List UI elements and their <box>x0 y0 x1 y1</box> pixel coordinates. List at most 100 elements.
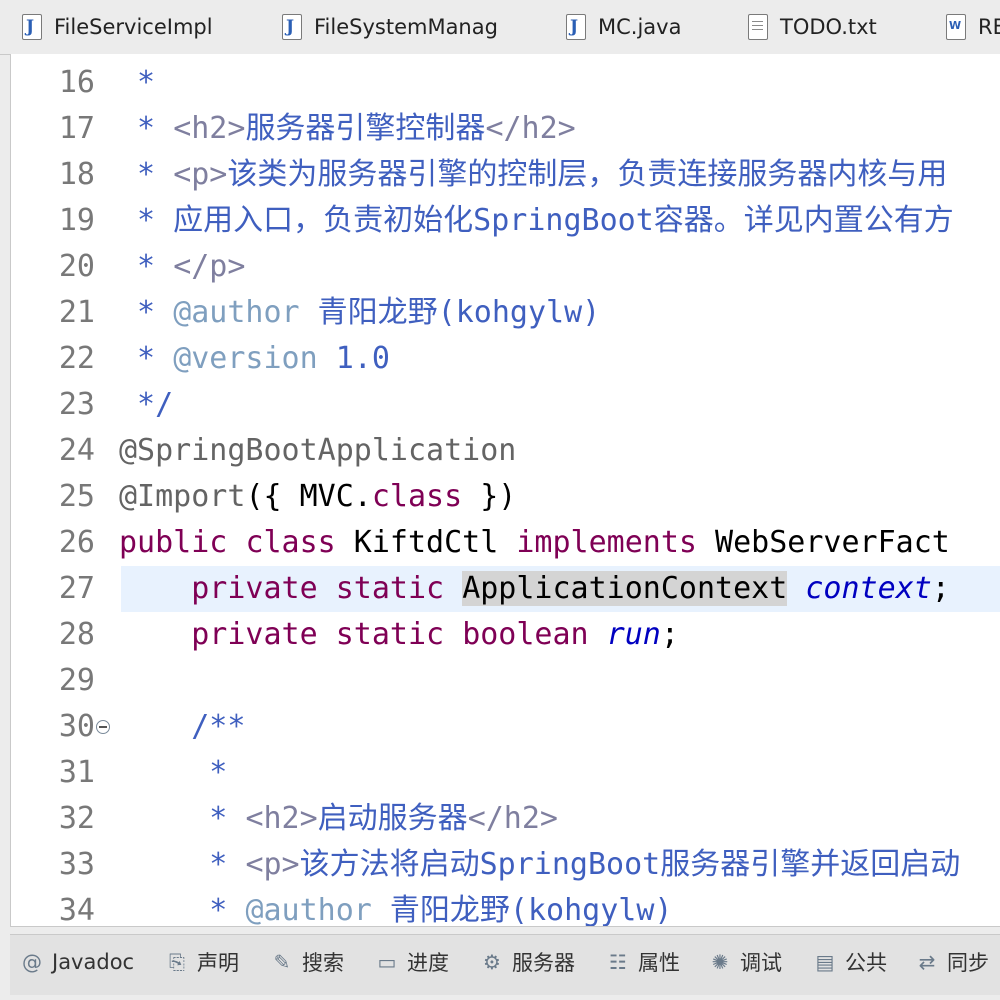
code-token: * <box>119 157 174 192</box>
text-file-icon <box>748 14 768 40</box>
synchronize-icon: ⇄ <box>918 950 936 974</box>
line-number: 31 <box>58 755 95 790</box>
code-text: * <h2>服务器引擎控制器</h2> <box>119 106 576 152</box>
code-line[interactable]: 28 private static boolean run; <box>11 612 1000 658</box>
code-line[interactable]: 18 * <p>该类为服务器引擎的控制层，负责连接服务器内核与用 <box>11 152 1000 198</box>
code-token: * <box>119 65 156 100</box>
code-text: * <box>119 60 155 106</box>
view-tab-declaration[interactable]: ⎘ 声明 <box>165 935 239 989</box>
tab-label: FileServiceImpl <box>54 15 213 39</box>
line-number: 22 <box>58 341 95 376</box>
fold-collapse-icon[interactable] <box>96 720 110 734</box>
code-token: KiftdCtl <box>335 525 517 560</box>
line-number: 33 <box>58 847 95 882</box>
code-token: </h2> <box>467 801 558 836</box>
line-number: 17 <box>58 111 95 146</box>
view-tab-label: 声明 <box>197 951 239 975</box>
code-token: 启动服务器 <box>317 801 468 836</box>
code-text: * @author 青阳龙野(kohgylw) <box>119 290 600 336</box>
code-line[interactable]: 21 * @author 青阳龙野(kohgylw) <box>11 290 1000 336</box>
tab-label: TODO.txt <box>780 15 877 39</box>
code-token: * <box>119 341 174 376</box>
code-token: @version <box>173 341 318 376</box>
code-token: run <box>606 617 661 652</box>
code-token: 青阳龙野(kohgylw) <box>299 295 601 330</box>
code-line[interactable]: 32 * <h2>启动服务器</h2> <box>11 796 1000 842</box>
code-line[interactable]: 23 */ <box>11 382 1000 428</box>
code-token: ; <box>931 571 950 606</box>
code-line[interactable]: 30 /** <box>11 704 1000 750</box>
word-file-icon: W <box>946 14 966 40</box>
code-token: ; <box>660 617 679 652</box>
code-text: @SpringBootApplication <box>119 428 516 474</box>
tab-mc-java[interactable]: J MC.java <box>566 0 681 54</box>
line-number: 23 <box>58 387 95 422</box>
view-tab-label: Javadoc <box>52 950 135 974</box>
code-token: private <box>191 617 318 652</box>
code-token: class <box>371 479 463 514</box>
code-line[interactable]: 33 * <p>该方法将启动SpringBoot服务器引擎并返回启动 <box>11 842 1000 888</box>
selected-token: ApplicationContext <box>462 571 788 606</box>
code-line[interactable]: 22 * @version 1.0 <box>11 336 1000 382</box>
line-number: 19 <box>58 203 95 238</box>
view-tab-javadoc[interactable]: @ Javadoc <box>20 935 134 989</box>
code-line[interactable]: 25 @Import({ MVC.class }) <box>11 474 1000 520</box>
tab-label: FileSystemManag <box>314 15 498 39</box>
code-token: </p> <box>173 249 246 284</box>
code-text: @Import({ MVC.class }) <box>119 474 516 520</box>
code-line[interactable]: 19 * 应用入口，负责初始化SpringBoot容器。详见内置公有方 <box>11 198 1000 244</box>
view-tab-common[interactable]: ▤ 公共 <box>813 935 887 989</box>
code-token: implements <box>516 525 697 560</box>
line-number: 27 <box>58 571 95 606</box>
tab-label: RE <box>978 15 1000 39</box>
code-token: * <box>119 801 246 836</box>
tab-label: MC.java <box>598 15 682 39</box>
java-file-icon: J <box>282 14 302 40</box>
view-tab-synchronize[interactable]: ⇄ 同步 <box>915 935 989 989</box>
tab-fileserviceimpl[interactable]: J FileServiceImpl <box>22 0 213 54</box>
code-token: * <box>119 847 246 882</box>
code-line[interactable]: 31 * <box>11 750 1000 796</box>
code-token: WebServerFact <box>697 525 950 560</box>
code-text: * <p>该方法将启动SpringBoot服务器引擎并返回启动 <box>119 842 960 888</box>
tab-filesystemmanager[interactable]: J FileSystemManag <box>282 0 498 54</box>
code-line[interactable]: 34 * @author 青阳龙野(kohgylw) <box>11 888 1000 926</box>
code-line[interactable]: 16 * <box>11 60 1000 106</box>
view-tab-progress[interactable]: ▭ 进度 <box>375 935 449 989</box>
code-token: * <box>119 295 174 330</box>
code-token: static <box>335 617 445 652</box>
tab-todo-txt[interactable]: TODO.txt <box>748 0 877 54</box>
code-line[interactable]: 29 <box>11 658 1000 704</box>
code-text: */ <box>119 382 173 428</box>
progress-icon: ▭ <box>377 950 397 974</box>
view-tab-label: 进度 <box>407 951 449 975</box>
code-text: private static boolean run; <box>119 612 679 658</box>
code-line[interactable]: 26 public class KiftdCtl implements WebSe… <box>11 520 1000 566</box>
code-token: 该类为服务器引擎的控制层，负责连接服务器内核与用 <box>227 157 948 192</box>
code-line[interactable]: 20 * </p> <box>11 244 1000 290</box>
view-tab-debug[interactable]: ✺ 调试 <box>708 935 782 989</box>
editor-tab-bar: J FileServiceImpl J FileSystemManag J MC… <box>0 0 1000 55</box>
code-token: @Import <box>119 479 246 514</box>
code-text: private static ApplicationContext contex… <box>119 566 950 612</box>
view-tab-search[interactable]: ✎ 搜索 <box>270 935 344 989</box>
line-number: 30 <box>58 709 95 744</box>
code-token: * <box>119 249 174 284</box>
view-tab-properties[interactable]: ☷ 属性 <box>606 935 680 989</box>
code-line[interactable]: 17 * <h2>服务器引擎控制器</h2> <box>11 106 1000 152</box>
view-tab-label: 服务器 <box>512 951 575 975</box>
code-line[interactable]: 24 @SpringBootApplication <box>11 428 1000 474</box>
tab-readme-word[interactable]: W RE <box>946 0 1000 54</box>
properties-icon: ☷ <box>609 950 627 974</box>
view-tab-servers[interactable]: ⚙ 服务器 <box>480 935 575 989</box>
code-token: </h2> <box>485 111 576 146</box>
code-token: }) <box>462 479 517 514</box>
code-token: 1.0 <box>317 341 390 376</box>
at-icon: @ <box>22 950 42 974</box>
code-editor[interactable]: 16 * 17 * <h2>服务器引擎控制器</h2> 18 * <p>该类为服务器… <box>10 54 1000 927</box>
code-line[interactable]: 27 private static ApplicationContext con… <box>11 566 1000 612</box>
